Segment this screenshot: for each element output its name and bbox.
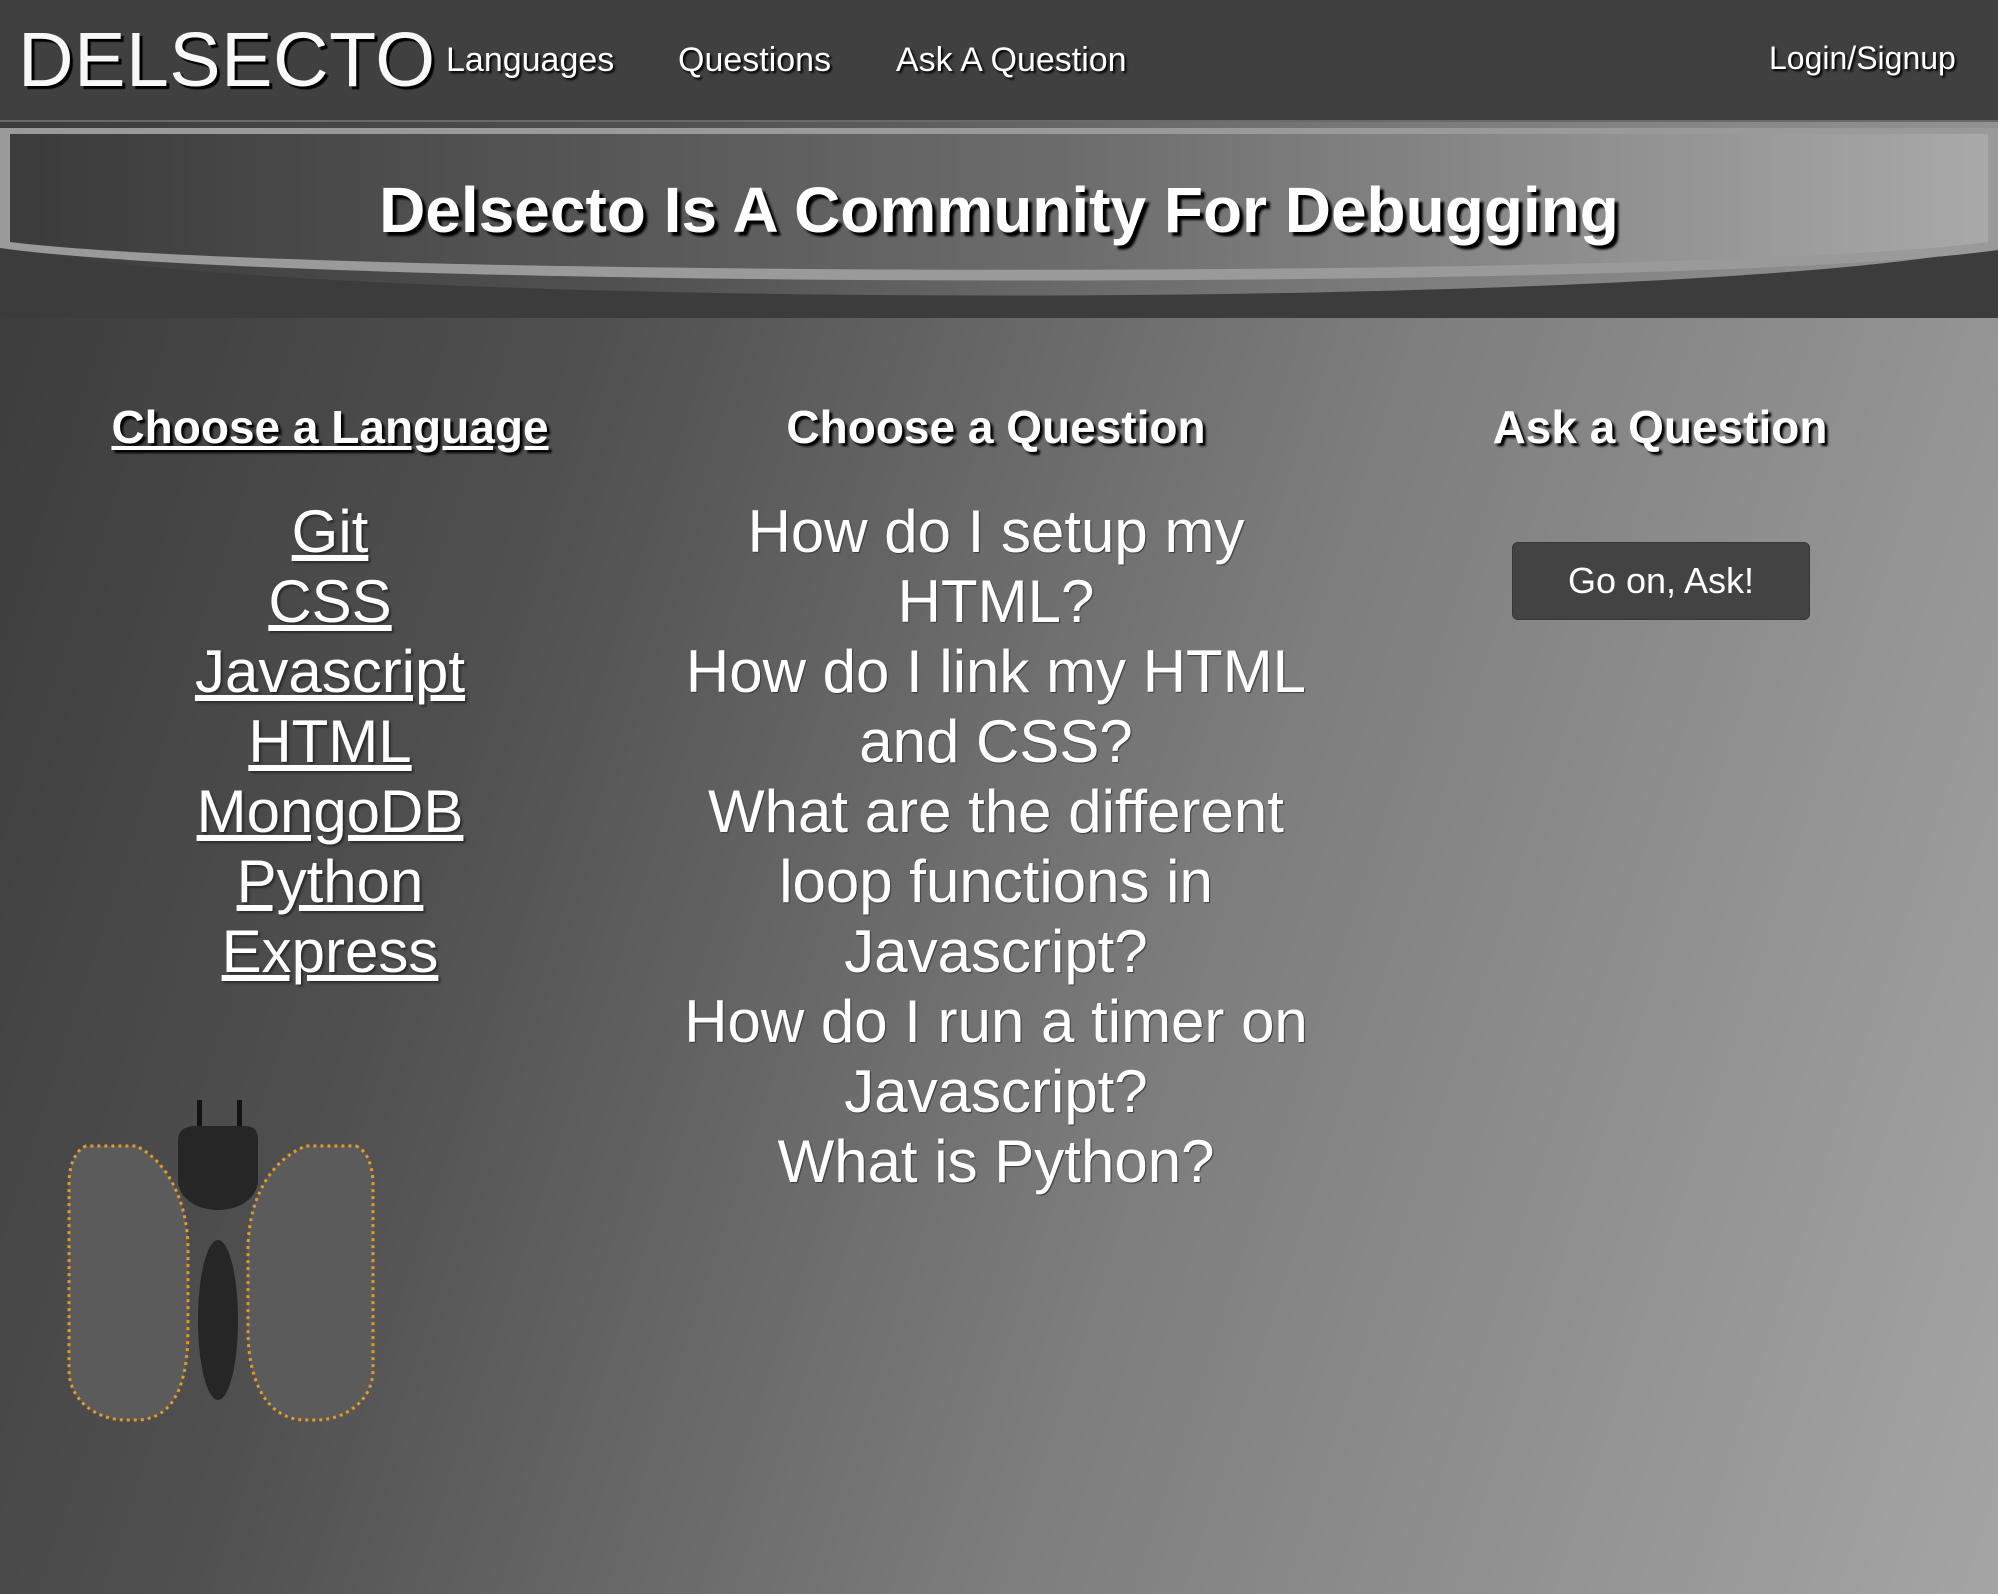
bug-icon	[67, 1100, 375, 1422]
question-item[interactable]: What are the different loop functions in…	[676, 777, 1316, 987]
question-item[interactable]: What is Python?	[676, 1127, 1316, 1197]
login-signup-link[interactable]: Login/Signup	[1769, 38, 1956, 78]
question-item[interactable]: How do I run a timer on Javascript?	[676, 987, 1316, 1127]
go-on-ask-button[interactable]: Go on, Ask!	[1512, 542, 1810, 620]
nav-link-languages[interactable]: Languages	[446, 40, 614, 80]
hero-banner: Delsecto Is A Community For Debugging	[0, 122, 1998, 322]
choose-question-heading: Choose a Question	[786, 401, 1206, 453]
language-link-mongodb[interactable]: MongoDB	[60, 777, 600, 847]
nav-link-ask-question[interactable]: Ask A Question	[896, 40, 1127, 80]
language-link-python[interactable]: Python	[60, 847, 600, 917]
question-item[interactable]: How do I link my HTML and CSS?	[676, 637, 1316, 777]
language-link-javascript[interactable]: Javascript	[60, 637, 600, 707]
top-navbar: DELSECTO Languages Questions Ask A Quest…	[0, 0, 1998, 122]
ask-question-heading: Ask a Question	[1492, 401, 1828, 453]
language-list: Git CSS Javascript HTML MongoDB Python E…	[60, 497, 600, 987]
question-item[interactable]: How do I setup my HTML?	[676, 497, 1316, 637]
language-link-css[interactable]: CSS	[60, 567, 600, 637]
brand-logo[interactable]: DELSECTO	[18, 18, 436, 102]
hero-title: Delsecto Is A Community For Debugging	[379, 174, 1619, 246]
choose-language-heading[interactable]: Choose a Language	[60, 398, 600, 456]
language-link-express[interactable]: Express	[60, 917, 600, 987]
language-link-git[interactable]: Git	[60, 497, 600, 567]
language-link-html[interactable]: HTML	[60, 707, 600, 777]
nav-link-questions[interactable]: Questions	[678, 40, 831, 80]
question-list: How do I setup my HTML? How do I link my…	[676, 497, 1316, 1197]
